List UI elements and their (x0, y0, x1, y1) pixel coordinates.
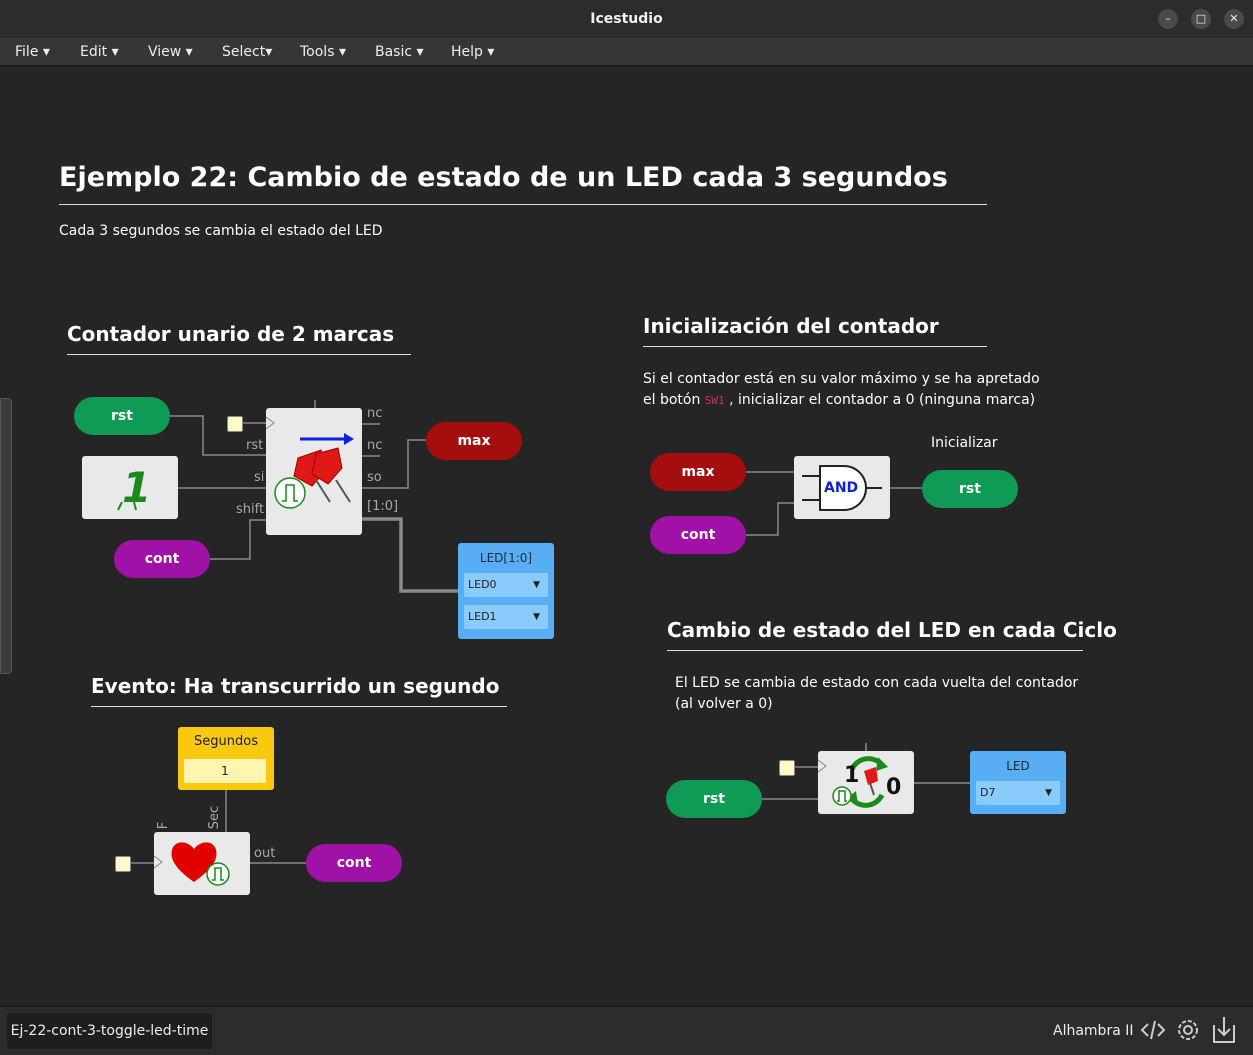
svg-text:1: 1 (122, 463, 151, 512)
pin-si: si (254, 470, 265, 485)
init-label: Inicializar (931, 435, 998, 451)
seconds-param-title: Segundos (194, 734, 258, 749)
event-section-rule (91, 706, 507, 707)
seconds-param-input[interactable]: 1 (184, 759, 266, 783)
shift-register-block[interactable] (265, 408, 362, 535)
input-rst-toggle[interactable]: rst (666, 780, 762, 818)
clock-input[interactable] (227, 416, 243, 432)
pin-out: out (254, 846, 276, 861)
init-section-title: Inicialización del contador (643, 314, 939, 338)
pin-f: F (156, 821, 172, 830)
led-bus-title: LED[1:0] (479, 551, 533, 565)
init-desc-line1: Si el contador está en su valor máximo y… (643, 371, 1040, 387)
constant-one-block[interactable]: 1 (82, 456, 178, 519)
page-subtitle: Cada 3 segundos se cambia el estado del … (59, 223, 383, 239)
heart-icon (153, 842, 230, 886)
code-icon[interactable] (1140, 1017, 1166, 1043)
pin-bus: [1:0] (367, 499, 399, 514)
pin-nc-1: nc (367, 406, 383, 421)
pin-rst: rst (246, 438, 264, 453)
clock-input-toggle[interactable] (779, 760, 795, 776)
pin-so: so (367, 470, 382, 485)
chevron-down-icon: ▼ (1045, 788, 1052, 798)
output-max[interactable]: max (426, 422, 522, 460)
output-rst[interactable]: rst (922, 470, 1018, 508)
toggle-one-label: 1 (844, 763, 860, 788)
led-bus-output[interactable]: LED[1:0] LED0 ▼ LED1 ▼ (458, 543, 554, 639)
wires (130, 400, 970, 864)
code-sw1: SW1 (704, 394, 725, 407)
pin-nc-2: nc (367, 438, 383, 453)
build-gear-icon[interactable] (1175, 1016, 1201, 1044)
output-cont[interactable]: cont (306, 844, 402, 882)
and-gate-block[interactable]: AND (794, 456, 890, 519)
heartbeat-block[interactable] (153, 832, 250, 895)
led-select-0[interactable]: LED0 ▼ (464, 573, 548, 597)
input-max[interactable]: max (650, 453, 746, 491)
led-output[interactable]: LED D7 ▼ (970, 751, 1066, 814)
event-section-title: Evento: Ha transcurrido un segundo (91, 674, 500, 698)
one-icon: 1 (117, 463, 151, 512)
led-select-d7[interactable]: D7 ▼ (976, 781, 1060, 805)
toggle-section-title: Cambio de estado del LED en cada Ciclo (667, 618, 1117, 642)
input-cont[interactable]: cont (114, 540, 210, 578)
toggle-section-rule (667, 650, 1083, 651)
toggle-zero-label: 0 (886, 775, 902, 800)
init-section-rule (643, 346, 987, 347)
toggle-ff-block[interactable]: 1 0 (817, 751, 914, 814)
led-title: LED (1006, 759, 1030, 773)
chevron-down-icon: ▼ (533, 612, 540, 622)
chevron-down-icon: ▼ (533, 580, 540, 590)
and-gate-label: AND (824, 480, 859, 496)
file-tab[interactable]: Ej-22-cont-3-toggle-led-time (7, 1013, 212, 1049)
shift-register-icon (265, 416, 354, 509)
upload-icon[interactable] (1211, 1015, 1237, 1045)
init-desc-line2: el botón SW1 , inicializar el contador a… (643, 392, 1036, 408)
board-selector[interactable]: Alhambra II (1053, 1023, 1134, 1039)
input-cont-init[interactable]: cont (650, 516, 746, 554)
pin-shift: shift (236, 502, 265, 517)
counter-section-rule (67, 354, 411, 355)
status-bar: Ej-22-cont-3-toggle-led-time Alhambra II (0, 1006, 1253, 1055)
seconds-param-block[interactable]: Segundos 1 (178, 727, 274, 790)
pin-sec: Sec (207, 805, 223, 830)
page-title: Ejemplo 22: Cambio de estado de un LED c… (59, 162, 948, 193)
input-rst[interactable]: rst (74, 397, 170, 435)
toggle-desc-line1: El LED se cambia de estado con cada vuel… (675, 675, 1079, 691)
clock-input-event[interactable] (115, 856, 131, 872)
title-rule (59, 204, 987, 205)
counter-section-title: Contador unario de 2 marcas (67, 322, 395, 346)
toggle-desc-line2: (al volver a 0) (675, 696, 773, 712)
led-select-1[interactable]: LED1 ▼ (464, 605, 548, 629)
